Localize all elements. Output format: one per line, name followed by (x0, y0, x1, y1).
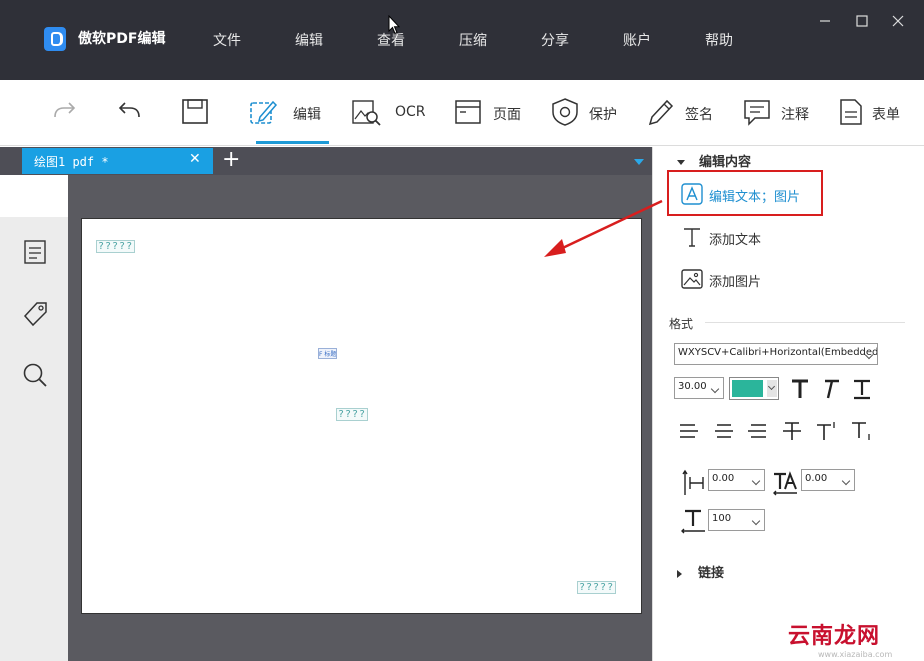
edit-text-image-label: 编辑文本；图片 (709, 190, 801, 205)
close-icon[interactable] (888, 14, 908, 34)
ocr-icon[interactable] (351, 97, 381, 127)
tab-edit-label[interactable]: 编辑 (293, 104, 321, 124)
link-section-header[interactable]: 链接 (677, 562, 724, 581)
menu-compress[interactable]: 压缩 (459, 30, 487, 50)
title-bar: 傲软PDF编辑 文件 编辑 查看 压缩 分享 账户 帮助 (0, 0, 924, 80)
page-text-box[interactable]: ????? (96, 240, 136, 253)
thumbnails-icon[interactable] (20, 237, 50, 267)
underline-icon[interactable] (848, 375, 876, 403)
superscript-icon[interactable] (813, 417, 841, 445)
word-spacing-icon[interactable] (771, 469, 799, 497)
shield-icon[interactable] (550, 97, 580, 127)
align-center-icon[interactable] (710, 417, 738, 445)
form-icon[interactable] (836, 97, 866, 127)
toolbar: 编辑 OCR 页面 保护 签名 注释 表单 (0, 80, 924, 146)
save-icon[interactable] (180, 97, 210, 127)
minimize-icon[interactable] (815, 14, 835, 34)
document-tab[interactable]: 绘图1 pdf * ✕ (22, 148, 213, 174)
document-tab-label: 绘图1 pdf * (34, 155, 109, 169)
watermark-text: 云南龙网 (788, 623, 881, 649)
tab-comment-label[interactable]: 注释 (781, 104, 809, 124)
scale-icon[interactable] (679, 507, 707, 535)
link-section-title: 链接 (698, 566, 725, 581)
color-swatch-fill (732, 380, 763, 397)
collapse-arrow-icon (677, 160, 685, 165)
expand-arrow-icon (677, 569, 682, 578)
font-size-select[interactable]: 30.00 (674, 377, 724, 399)
tab-protect-label[interactable]: 保护 (589, 104, 617, 124)
active-tab-indicator (256, 141, 329, 144)
font-color-picker[interactable] (729, 377, 779, 400)
pdf-page[interactable]: ????? F 标题 ???? ????? (81, 218, 642, 614)
add-text-option[interactable]: 添加文本 (681, 223, 791, 251)
undo-icon[interactable] (114, 97, 144, 127)
scale-select[interactable]: 100 (708, 509, 765, 531)
menu-account[interactable]: 账户 (623, 30, 651, 50)
page-small-label[interactable]: F 标题 (318, 348, 338, 359)
image-icon (681, 269, 703, 289)
comment-icon[interactable] (742, 97, 772, 127)
menu-share[interactable]: 分享 (541, 30, 569, 50)
add-image-option[interactable]: 添加图片 (681, 265, 791, 293)
tab-form-label[interactable]: 表单 (872, 104, 900, 124)
page-text-box[interactable]: ????? (577, 581, 617, 594)
left-sidebar-header (0, 175, 68, 217)
watermark-logo: 云南龙网 www.xiazaiba.com (788, 614, 924, 661)
close-tab-icon[interactable]: ✕ (189, 151, 201, 167)
pen-icon[interactable] (645, 97, 675, 127)
menu-edit[interactable]: 编辑 (295, 30, 323, 50)
character-spacing-icon[interactable] (679, 469, 707, 497)
italic-icon[interactable] (816, 375, 844, 403)
character-spacing-select[interactable]: 0.00 (708, 469, 765, 491)
document-canvas: ????? F 标题 ???? ????? (68, 175, 652, 661)
edit-text-image-icon (681, 183, 703, 205)
tab-sign-label[interactable]: 签名 (685, 104, 713, 124)
add-text-label: 添加文本 (709, 233, 762, 248)
word-spacing-select[interactable]: 0.00 (801, 469, 855, 491)
bold-icon[interactable] (786, 375, 814, 403)
format-label: 格式 (669, 317, 694, 331)
menu-file[interactable]: 文件 (213, 30, 241, 50)
subscript-icon[interactable] (848, 417, 876, 445)
font-family-select[interactable]: WXYSCV+Calibri+Horizontal(Embedded) (674, 343, 878, 365)
tab-page-label[interactable]: 页面 (493, 104, 521, 124)
edit-icon[interactable] (248, 97, 278, 127)
redo-icon[interactable] (50, 97, 80, 127)
edit-content-section-header[interactable]: 编辑内容 (677, 151, 751, 170)
search-icon[interactable] (20, 360, 50, 390)
tab-ocr-label[interactable]: OCR (395, 104, 426, 120)
app-logo-icon (44, 27, 66, 51)
text-t-icon (684, 228, 700, 247)
document-tab-strip: 绘图1 pdf * ✕ + (0, 147, 652, 175)
tab-list-dropdown-icon[interactable] (634, 159, 644, 165)
app-title: 傲软PDF编辑 (78, 31, 166, 47)
left-sidebar (0, 175, 68, 661)
mouse-cursor-icon (388, 15, 400, 35)
maximize-icon[interactable] (852, 14, 872, 34)
page-icon[interactable] (453, 97, 483, 127)
right-panel: 编辑内容 编辑文本；图片 添加文本 添加图片 格式 WXYSCV+Calibri… (652, 147, 924, 661)
align-right-icon[interactable] (743, 417, 771, 445)
chevron-down-icon (767, 380, 777, 397)
align-left-icon[interactable] (675, 417, 703, 445)
format-divider (705, 322, 905, 323)
menu-help[interactable]: 帮助 (705, 30, 733, 50)
plus-icon[interactable]: + (222, 146, 240, 174)
bookmark-tag-icon[interactable] (20, 299, 50, 329)
add-image-label: 添加图片 (709, 275, 762, 290)
edit-content-title: 编辑内容 (699, 155, 752, 170)
watermark-sub: www.xiazaiba.com (818, 650, 893, 659)
strikethrough-icon[interactable] (778, 417, 806, 445)
edit-text-image-option[interactable]: 编辑文本；图片 (681, 180, 811, 208)
page-text-box[interactable]: ???? (336, 408, 369, 421)
